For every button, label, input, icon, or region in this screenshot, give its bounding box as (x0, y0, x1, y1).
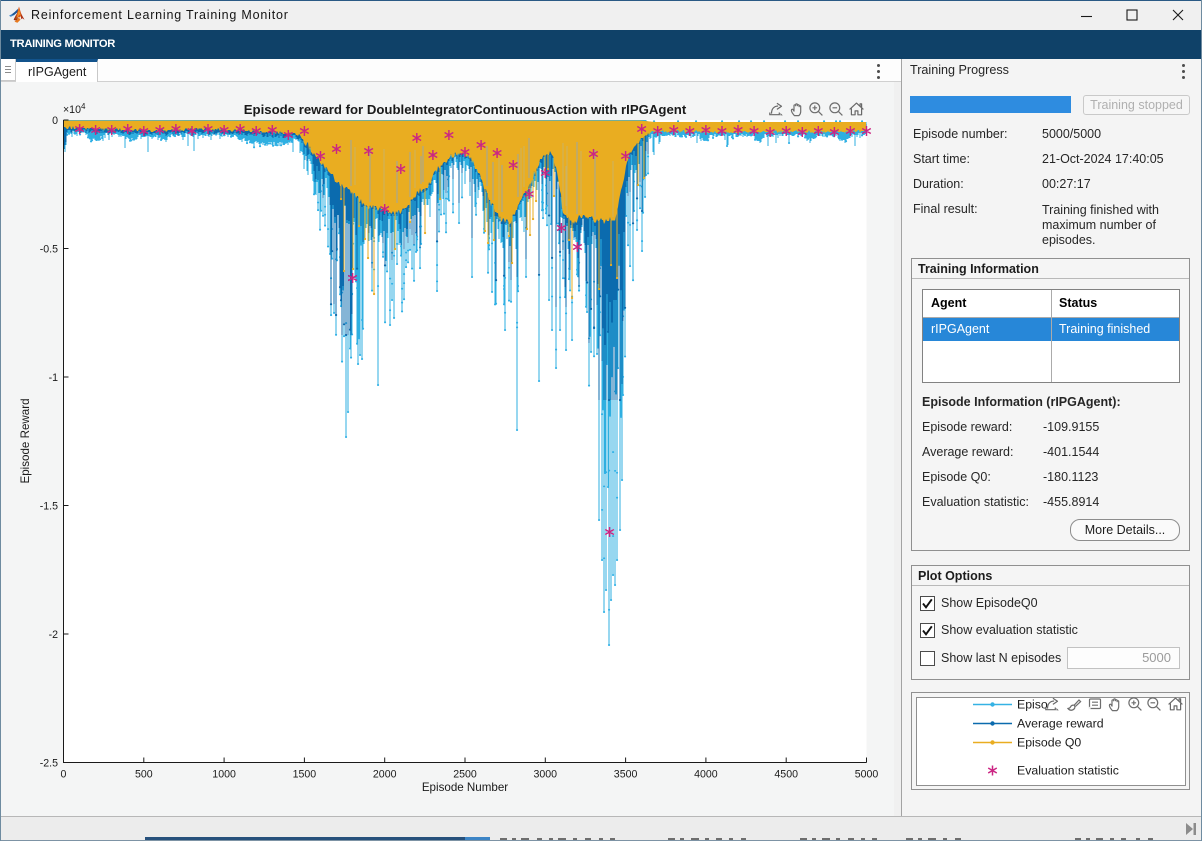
svg-text:Episode Reward: Episode Reward (19, 398, 32, 483)
svg-text:2500: 2500 (453, 769, 477, 781)
svg-text:5000: 5000 (855, 769, 879, 781)
svg-text:-2: -2 (49, 629, 59, 641)
svg-text:4000: 4000 (694, 769, 718, 781)
svg-text:Evaluation statistic: Evaluation statistic (1017, 764, 1119, 778)
svg-text:-2.5: -2.5 (40, 757, 58, 769)
svg-text:Average reward: Average reward (1017, 717, 1104, 731)
svg-text:2000: 2000 (373, 769, 397, 781)
svg-text:Episode reward for DoubleInteg: Episode reward for DoubleIntegratorConti… (244, 102, 687, 117)
svg-text:Episode Q0: Episode Q0 (1017, 736, 1081, 750)
svg-text:-0.5: -0.5 (40, 243, 58, 255)
svg-text:1000: 1000 (212, 769, 236, 781)
svg-text:4500: 4500 (774, 769, 798, 781)
svg-text:1500: 1500 (293, 769, 317, 781)
svg-text:0: 0 (52, 115, 58, 127)
svg-text:Episode Number: Episode Number (422, 781, 508, 794)
svg-text:-1.5: -1.5 (40, 500, 58, 512)
svg-text:3000: 3000 (534, 769, 558, 781)
svg-text:-1: -1 (49, 372, 59, 384)
svg-text:×104: ×104 (63, 102, 86, 116)
svg-text:3500: 3500 (614, 769, 638, 781)
svg-text:0: 0 (61, 769, 67, 781)
svg-text:500: 500 (135, 769, 153, 781)
